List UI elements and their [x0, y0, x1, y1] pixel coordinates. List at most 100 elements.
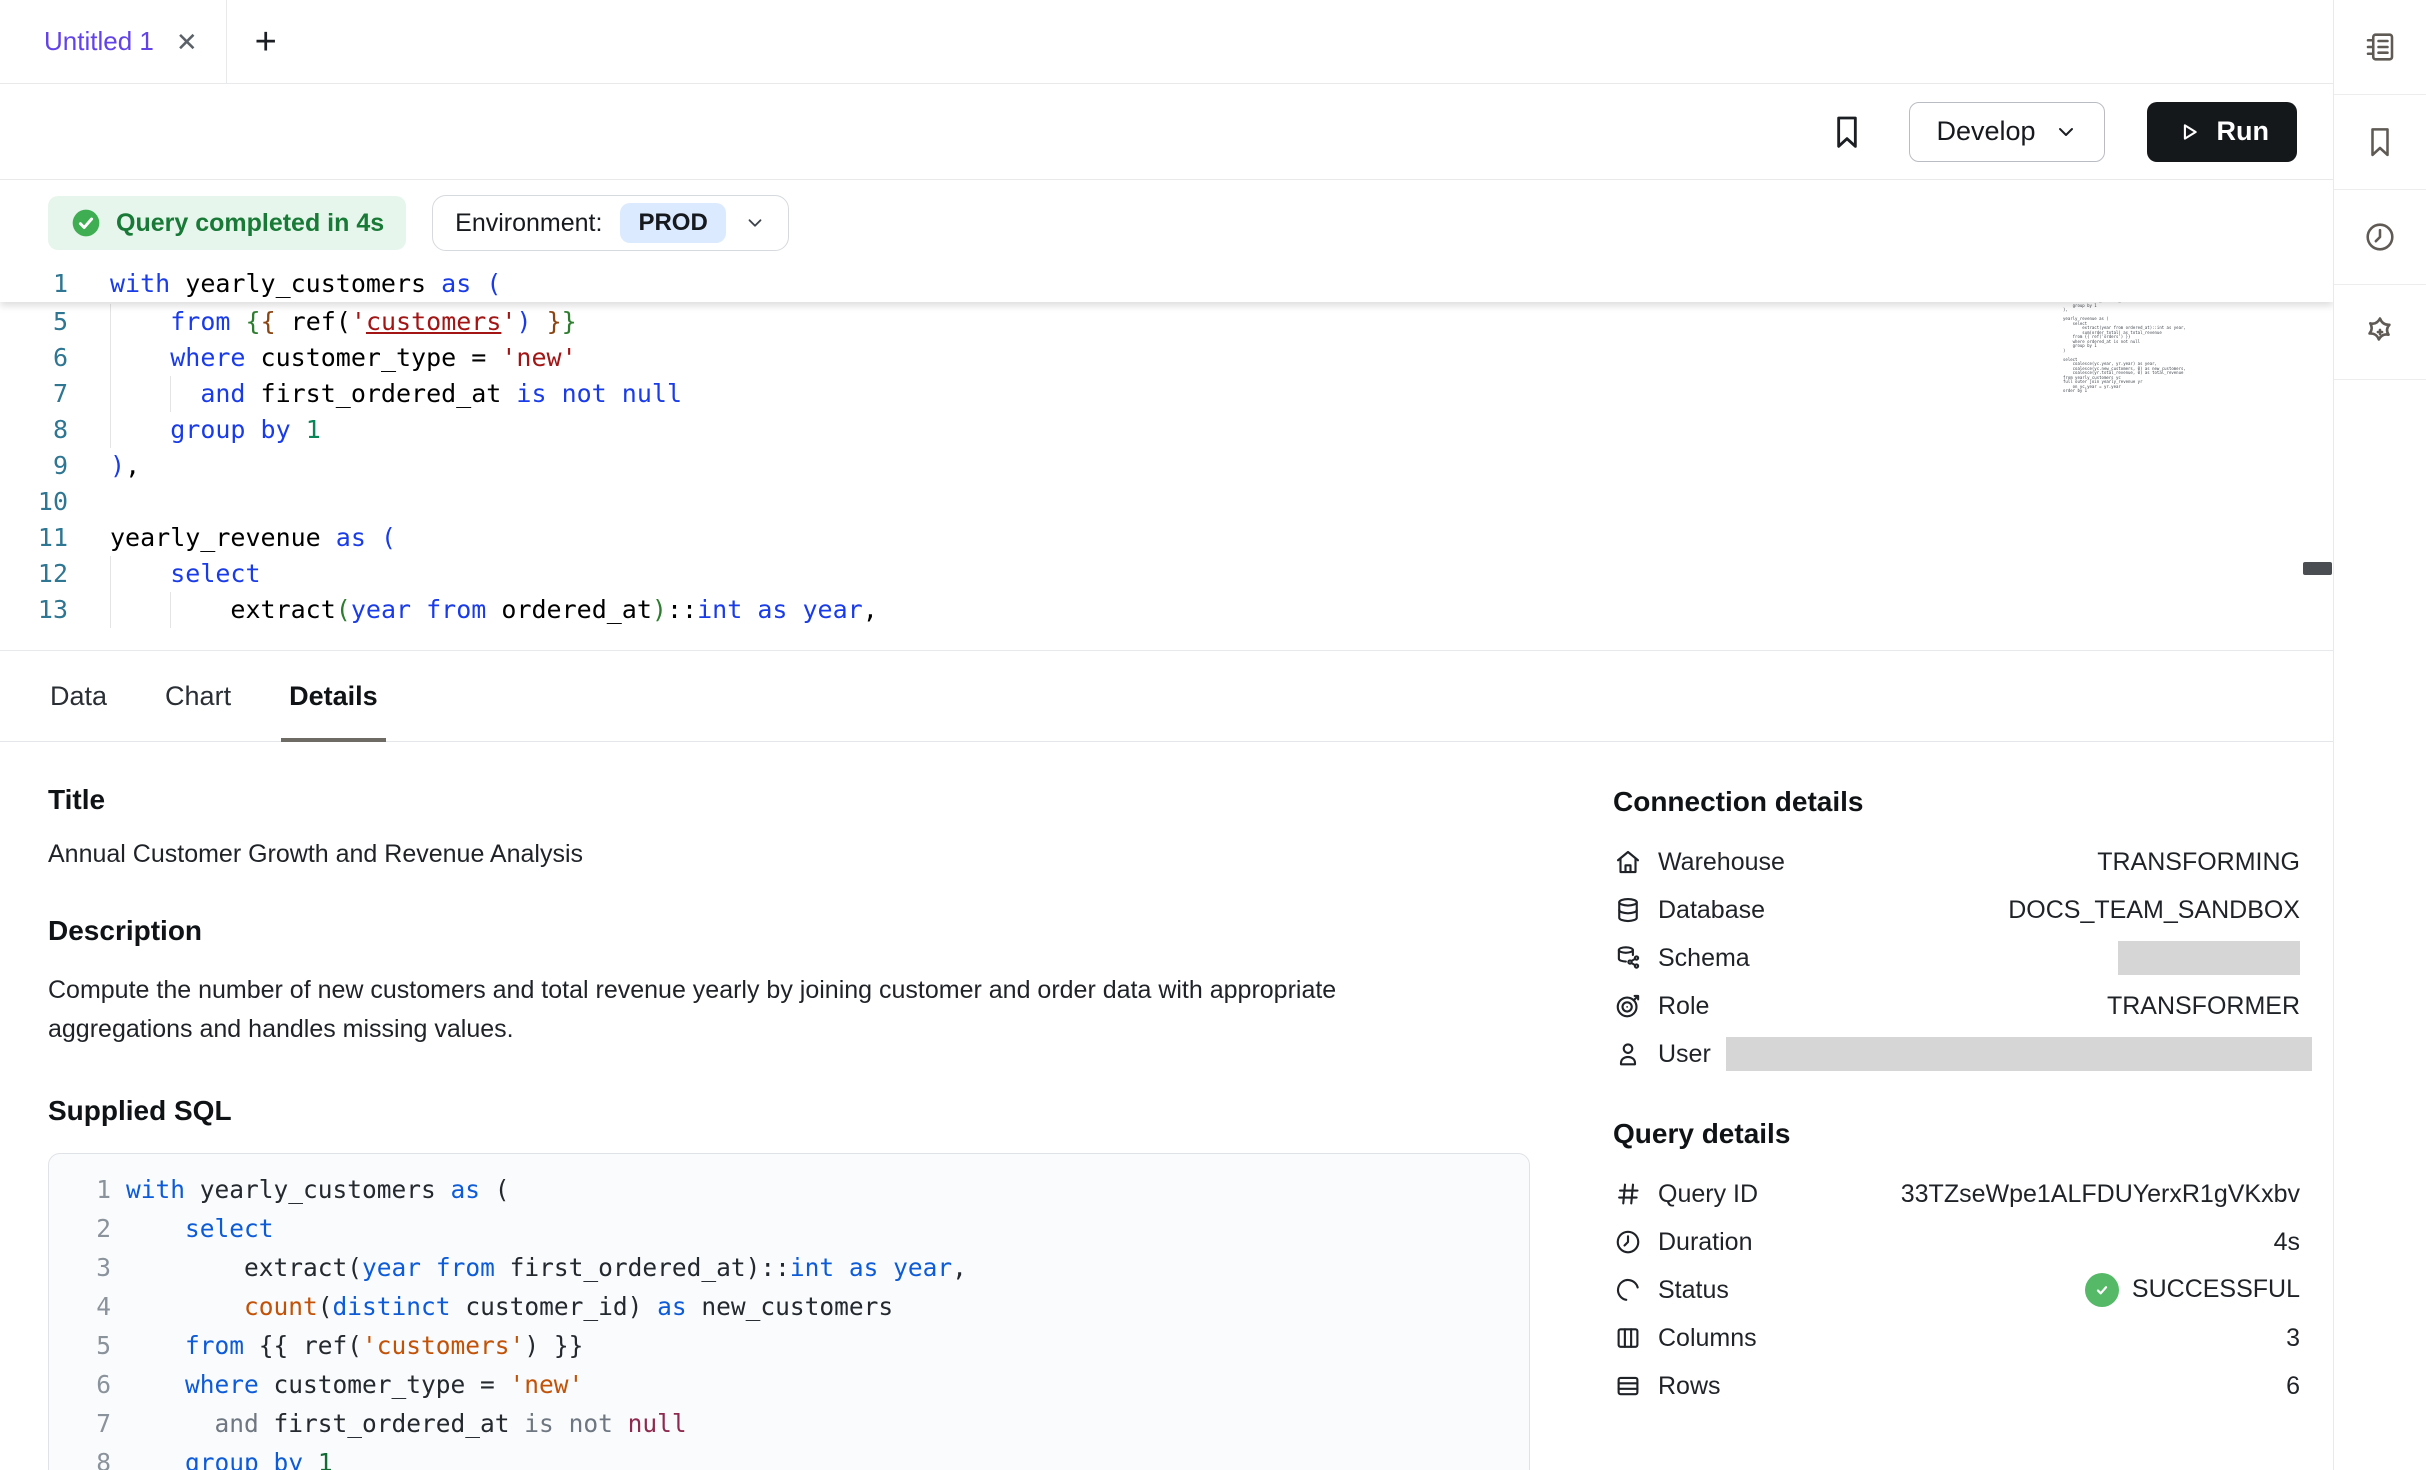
app-window: Untitled 1 ✕ + Develop Run Query compl	[0, 0, 2426, 1470]
sticky-line: 1with yearly_customers as (	[0, 266, 2333, 302]
line-number: 5	[0, 304, 68, 340]
title-heading: Title	[48, 784, 1600, 816]
indent-guide	[170, 376, 171, 412]
user-icon	[1613, 1039, 1643, 1069]
new-tab-button[interactable]: +	[255, 23, 277, 61]
code-line: 8 group by 1	[61, 1443, 1529, 1470]
status-bar: Query completed in 4s Environment: PROD	[0, 180, 2333, 266]
code-line: 4 count(distinct customer_id) as new_cus…	[61, 1287, 1529, 1326]
code-line: 10	[0, 484, 2333, 520]
detail-label: Schema	[1658, 944, 1750, 973]
code-line: 1with yearly_customers as (	[0, 266, 2333, 302]
line-number: 2	[61, 1209, 111, 1248]
line-number: 6	[0, 340, 68, 376]
tab-data[interactable]: Data	[50, 651, 107, 741]
tab-title: Untitled 1	[44, 26, 154, 57]
line-number: 13	[0, 592, 68, 628]
detail-label: Warehouse	[1658, 848, 1785, 877]
chevron-down-icon	[744, 212, 766, 234]
connection-details-heading: Connection details	[1613, 786, 2300, 818]
line-number: 9	[0, 448, 68, 484]
right-rail	[2333, 0, 2426, 1470]
query-details-rows: Query ID33TZseWpe1ALFDUYerxR1gVKxbvDurat…	[1613, 1170, 2300, 1410]
indent-guide	[110, 304, 111, 340]
environment-dropdown[interactable]: Environment: PROD	[432, 195, 789, 251]
rail-button-sparkle[interactable]	[2334, 285, 2426, 380]
line-number: 10	[0, 484, 68, 520]
code-line: 5 from {{ ref('customers') }}	[61, 1326, 1529, 1365]
run-button[interactable]: Run	[2147, 102, 2297, 162]
redacted-value	[1726, 1037, 2312, 1071]
columns-icon	[1613, 1323, 1643, 1353]
tab-untitled-1[interactable]: Untitled 1 ✕	[0, 0, 227, 83]
scrollbar-handle[interactable]	[2303, 562, 2332, 575]
rail-button-notebook[interactable]	[2334, 0, 2426, 95]
query-status-badge: Query completed in 4s	[48, 196, 406, 250]
line-number: 7	[0, 376, 68, 412]
sparkle-icon	[2362, 314, 2398, 350]
check-circle-icon	[70, 207, 102, 239]
detail-value: 33TZseWpe1ALFDUYerxR1gVKxbv	[1901, 1180, 2300, 1209]
close-icon[interactable]: ✕	[176, 29, 198, 55]
line-number: 5	[61, 1326, 111, 1365]
toolbar: Develop Run	[0, 84, 2333, 180]
detail-label: Role	[1658, 992, 1709, 1021]
detail-label: Status	[1658, 1276, 1729, 1305]
detail-value: SUCCESSFUL	[2085, 1273, 2300, 1308]
supplied-sql-block: 1with yearly_customers as (2 select3 ext…	[48, 1153, 1530, 1470]
detail-value: 6	[2286, 1372, 2300, 1401]
detail-row-status: Status SUCCESSFUL	[1613, 1266, 2300, 1314]
detail-row-warehouse: Warehouse TRANSFORMING	[1613, 838, 2300, 886]
tab-chart[interactable]: Chart	[165, 651, 231, 741]
details-left-column: Title Annual Customer Growth and Revenue…	[0, 742, 1600, 1470]
indent-guide	[110, 376, 111, 412]
code-line: 6 where customer_type = 'new'	[61, 1365, 1529, 1404]
rail-button-history[interactable]	[2334, 190, 2426, 285]
sql-editor[interactable]: 1with yearly_customers as ( 5 from {{ re…	[0, 266, 2333, 650]
detail-label: Duration	[1658, 1228, 1753, 1257]
clock-icon	[1613, 1227, 1643, 1257]
chevron-down-icon	[2054, 120, 2078, 144]
editor-lines: 5 from {{ ref('customers') }}6 where cus…	[0, 304, 2333, 628]
environment-value-pill: PROD	[620, 203, 725, 243]
notebook-icon	[2362, 29, 2398, 65]
code-line: 6 where customer_type = 'new'	[0, 340, 2333, 376]
line-number: 3	[61, 1248, 111, 1287]
bookmark-button[interactable]	[1827, 110, 1867, 154]
detail-row-duration: Duration 4s	[1613, 1218, 2300, 1266]
rail-button-bookmark[interactable]	[2334, 95, 2426, 190]
result-tabs: Data Chart Details	[0, 650, 2333, 742]
description-value: Compute the number of new customers and …	[48, 971, 1393, 1049]
role-icon	[1613, 991, 1643, 1021]
line-number: 1	[61, 1170, 111, 1209]
tab-details[interactable]: Details	[289, 651, 378, 741]
detail-row-schema: Schema	[1613, 934, 2300, 982]
detail-value: 4s	[2274, 1228, 2300, 1257]
supplied-sql-heading: Supplied SQL	[48, 1095, 1600, 1127]
code-line: 12 select	[0, 556, 2333, 592]
details-panel: Title Annual Customer Growth and Revenue…	[0, 742, 2333, 1470]
details-right-column: Connection details Warehouse TRANSFORMING…	[1600, 742, 2333, 1470]
query-details-heading: Query details	[1613, 1118, 2300, 1150]
indent-guide	[170, 592, 171, 628]
detail-label: Database	[1658, 896, 1765, 925]
detail-row-rows: Rows6	[1613, 1362, 2300, 1410]
line-number: 4	[61, 1287, 111, 1326]
detail-value	[2118, 941, 2300, 975]
develop-dropdown-button[interactable]: Develop	[1909, 102, 2104, 162]
code-line: 7 and first_ordered_at is not null	[0, 376, 2333, 412]
main-pane: Untitled 1 ✕ + Develop Run Query compl	[0, 0, 2333, 1470]
detail-row-role: RoleTRANSFORMER	[1613, 982, 2300, 1030]
line-number: 8	[0, 412, 68, 448]
run-label: Run	[2217, 116, 2269, 147]
code-line: 2 select	[61, 1209, 1529, 1248]
line-number: 7	[61, 1404, 111, 1443]
code-line: 5 from {{ ref('customers') }}	[0, 304, 2333, 340]
environment-label: Environment:	[455, 209, 602, 238]
title-value: Annual Customer Growth and Revenue Analy…	[48, 840, 1600, 869]
bookmark-icon	[1827, 110, 1867, 154]
detail-value: TRANSFORMING	[2097, 848, 2300, 877]
code-line: 7 and first_ordered_at is not null	[61, 1404, 1529, 1443]
line-number: 12	[0, 556, 68, 592]
warehouse-icon	[1613, 847, 1643, 877]
